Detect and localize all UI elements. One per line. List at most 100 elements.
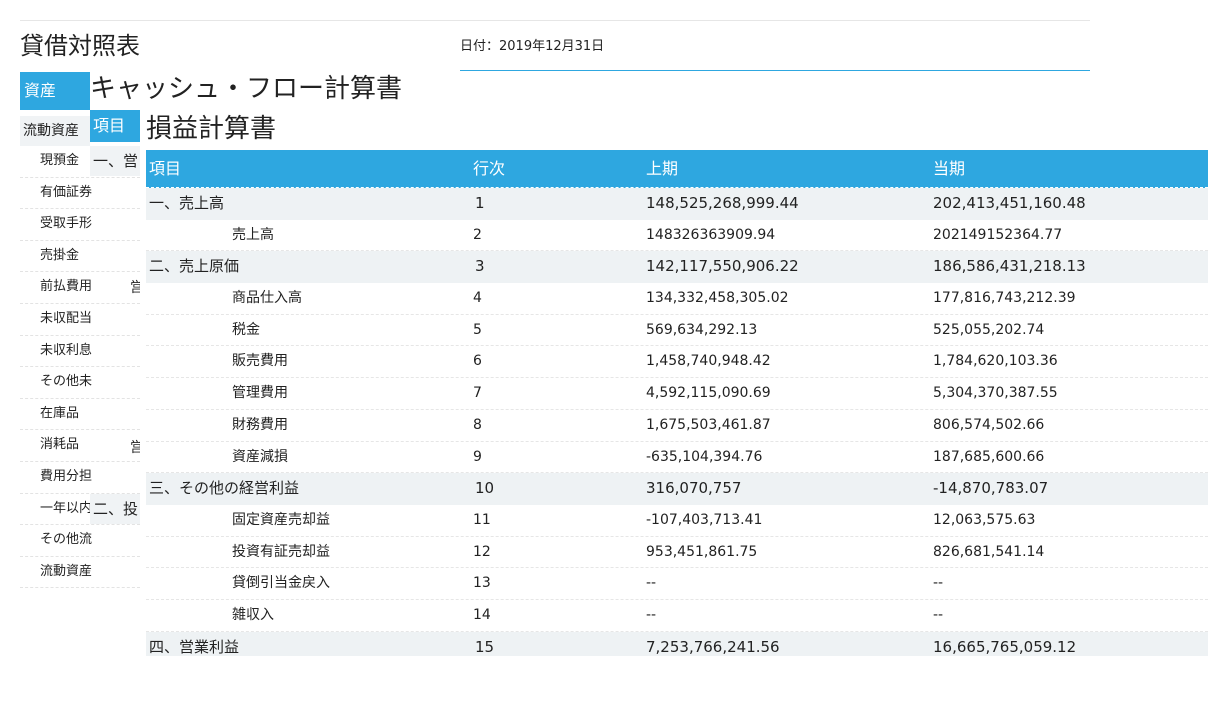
balance-sheet-rule (460, 70, 1090, 71)
column-header-prev: 上期 (646, 159, 679, 178)
cell-item: 商品仕入高 (232, 290, 302, 307)
cell-item: 四、営業利益 (149, 637, 240, 656)
cell-no: 15 (475, 637, 495, 656)
cell-item: 販売費用 (232, 353, 288, 370)
asset-item: 消耗品 (20, 430, 140, 462)
cell-cur: -14,870,783.07 (933, 479, 1049, 498)
cell-cur: 186,586,431,218.13 (933, 257, 1086, 276)
table-row: 一、売上高 1 148,525,268,999.44 202,413,451,160.… (146, 188, 1208, 220)
asset-item: 未収利息 (20, 336, 140, 368)
cell-item: 貸倒引当金戻入 (232, 575, 330, 592)
asset-item: 費用分担 (20, 462, 140, 494)
cell-cur: 826,681,541.14 (933, 543, 1045, 560)
cash-flow-fragment: 営 (130, 440, 140, 456)
cell-cur: 525,055,202.74 (933, 321, 1045, 338)
column-header-no: 行次 (473, 159, 506, 178)
top-divider (20, 20, 1090, 21)
cell-cur: 177,816,743,212.39 (933, 290, 1076, 307)
cell-cur: 1,784,620,103.36 (933, 353, 1058, 370)
cell-cur: 16,665,765,059.12 (933, 637, 1077, 656)
cell-no: 3 (475, 257, 485, 276)
cell-item: 管理費用 (232, 385, 288, 402)
column-header-item: 項目 (149, 159, 182, 178)
table-row: 管理費用 7 4,592,115,090.69 5,304,370,387.55 (146, 378, 1208, 410)
cell-prev: 4,592,115,090.69 (646, 385, 771, 402)
cell-prev: -107,403,713.41 (646, 511, 763, 528)
cell-no: 10 (475, 479, 495, 498)
cell-prev: 1,675,503,461.87 (646, 416, 771, 433)
cell-prev: 953,451,861.75 (646, 543, 758, 560)
cell-prev: -- (646, 606, 657, 623)
cell-cur: 806,574,502.66 (933, 416, 1045, 433)
table-row: 販売費用 6 1,458,740,948.42 1,784,620,103.36 (146, 346, 1208, 379)
cell-no: 12 (473, 543, 491, 560)
cell-prev: 569,634,292.13 (646, 321, 758, 338)
asset-item: その他流 (20, 525, 140, 557)
cell-no: 5 (473, 321, 482, 338)
cash-flow-section-investing: 二、投 (90, 494, 140, 524)
cell-item: 一、売上高 (149, 194, 225, 212)
cash-flow-fragment: 営 (130, 280, 140, 296)
cash-flow-section-operating: 一、営 (90, 146, 140, 176)
asset-item: 受取手形 (20, 209, 140, 241)
cell-no: 13 (473, 575, 491, 592)
cell-item: 売上高 (232, 226, 274, 243)
table-row: 二、売上原価 3 142,117,550,906.22 186,586,431,218… (146, 251, 1208, 284)
cell-no: 2 (473, 226, 482, 243)
cell-prev: 7,253,766,241.56 (646, 637, 780, 656)
table-row: 売上高 2 148326363909.94 202149152364.77 (146, 220, 1208, 252)
asset-item: 有価証券 (20, 178, 140, 210)
cell-prev: 134,332,458,305.02 (646, 290, 789, 307)
current-assets-header: 流動資産 (20, 116, 90, 146)
cell-item: 雑収入 (232, 606, 274, 623)
cell-no: 7 (473, 385, 482, 402)
cell-cur: -- (933, 575, 944, 592)
asset-item: 未収配当 (20, 304, 140, 336)
cell-no: 14 (473, 606, 491, 623)
cell-item: 三、その他の経営利益 (149, 479, 300, 498)
cell-no: 11 (473, 511, 491, 528)
table-row: 資産減損 9 -635,104,394.76 187,685,600.66 (146, 442, 1208, 474)
cell-no: 1 (475, 194, 485, 212)
table-row: 財務費用 8 1,675,503,461.87 806,574,502.66 (146, 410, 1208, 442)
table-row: 雑収入 14 -- -- (146, 600, 1208, 632)
cell-prev: 1,458,740,948.42 (646, 353, 771, 370)
cell-cur: 202,413,451,160.48 (933, 194, 1086, 212)
cell-no: 8 (473, 416, 482, 433)
table-row: 商品仕入高 4 134,332,458,305.02 177,816,743,212.… (146, 283, 1208, 315)
asset-item: その他未 (20, 367, 140, 399)
cell-prev: 148,525,268,999.44 (646, 194, 799, 212)
asset-item: 在庫品 (20, 399, 140, 431)
table-body: 一、売上高 1 148,525,268,999.44 202,413,451,160.… (146, 188, 1208, 656)
balance-sheet-date: 日付：2019年12月31日 (460, 39, 605, 54)
income-statement-table: 項目 行次 上期 当期 一、売上高 1 148,525,268,999.44 202,… (146, 150, 1208, 656)
cell-cur: -- (933, 606, 944, 623)
cell-item: 二、売上原価 (149, 257, 240, 276)
cell-prev: 148326363909.94 (646, 226, 776, 243)
cell-cur: 12,063,575.63 (933, 511, 1036, 528)
cell-item: 投資有証売却益 (232, 543, 330, 560)
cell-cur: 202149152364.77 (933, 226, 1063, 243)
asset-header: 資産 (20, 72, 90, 110)
cell-item: 税金 (232, 321, 260, 338)
table-row: 三、その他の経営利益 10 316,070,757 -14,870,783.07 (146, 473, 1208, 505)
column-header-cur: 当期 (933, 159, 966, 178)
table-row: 税金 5 569,634,292.13 525,055,202.74 (146, 315, 1208, 347)
asset-item: 前払費用 (20, 272, 140, 304)
table-row: 貸倒引当金戻入 13 -- -- (146, 568, 1208, 600)
table-row: 四、営業利益 15 7,253,766,241.56 16,665,765,059.1… (146, 631, 1208, 656)
cell-prev: -635,104,394.76 (646, 448, 763, 465)
cell-item: 資産減損 (232, 448, 288, 465)
asset-item: 売掛金 (20, 241, 140, 273)
cell-no: 9 (473, 448, 482, 465)
asset-item: 流動資産 (20, 557, 140, 589)
cell-item: 固定資産売却益 (232, 511, 330, 528)
table-header: 項目 行次 上期 当期 (146, 150, 1208, 188)
cell-prev: 316,070,757 (646, 479, 742, 498)
table-row: 投資有証売却益 12 953,451,861.75 826,681,541.14 (146, 537, 1208, 569)
balance-sheet-title: 貸借対照表 (20, 32, 140, 60)
cell-cur: 187,685,600.66 (933, 448, 1045, 465)
cell-no: 4 (473, 290, 482, 307)
cash-flow-header: 項目 (90, 110, 140, 142)
cell-cur: 5,304,370,387.55 (933, 385, 1058, 402)
